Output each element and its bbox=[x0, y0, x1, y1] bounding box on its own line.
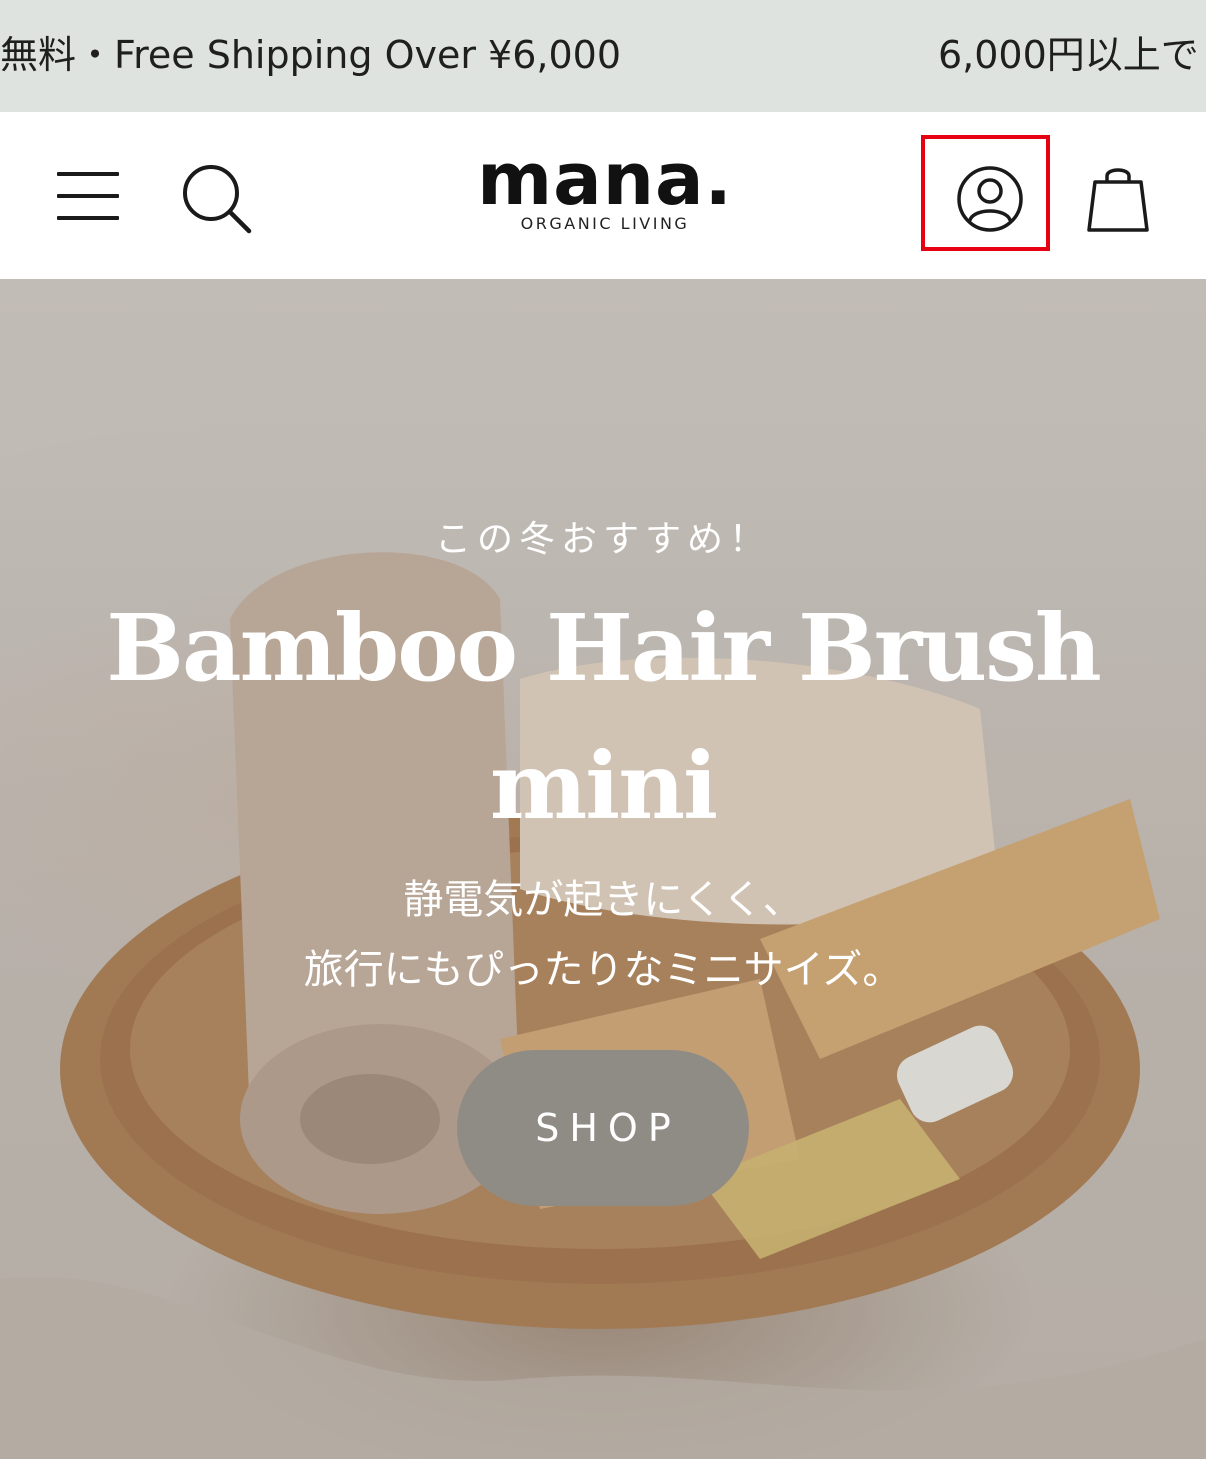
logo-wordmark: mana. bbox=[477, 137, 733, 221]
hero-title-line: Bamboo Hair Brush bbox=[106, 594, 1102, 702]
site-logo[interactable]: mana. ORGANIC LIVING bbox=[460, 140, 750, 234]
announcement-text: 無料・Free Shipping Over ¥6,000 bbox=[0, 33, 622, 77]
hero-subtitle-line: 旅行にもぴったりなミニサイズ。 bbox=[303, 947, 903, 993]
site-header: mana. ORGANIC LIVING bbox=[0, 112, 1206, 279]
hero-banner[interactable]: この冬おすすめ！ Bamboo Hair Brush mini 静電気が起きにく… bbox=[0, 279, 1206, 1459]
menu-icon[interactable] bbox=[55, 166, 123, 226]
account-icon[interactable] bbox=[955, 164, 1025, 234]
search-icon[interactable] bbox=[180, 162, 254, 236]
hero-subtitle-line: 静電気が起きにくく、 bbox=[403, 877, 803, 923]
hero-title: Bamboo Hair Brush mini bbox=[60, 579, 1146, 855]
hero-subtitle: 静電気が起きにくく、 旅行にもぴったりなミニサイズ。 bbox=[0, 865, 1206, 1005]
hero-title-line: mini bbox=[489, 732, 718, 840]
hero-eyebrow: この冬おすすめ！ bbox=[434, 519, 771, 560]
announcement-text-repeat: 6,000円以上で bbox=[938, 33, 1199, 77]
announcement-bar: 無料・Free Shipping Over ¥6,000 6,000円以上で bbox=[0, 0, 1206, 112]
cart-icon[interactable] bbox=[1085, 160, 1151, 236]
shop-button[interactable]: SHOP bbox=[457, 1050, 749, 1206]
